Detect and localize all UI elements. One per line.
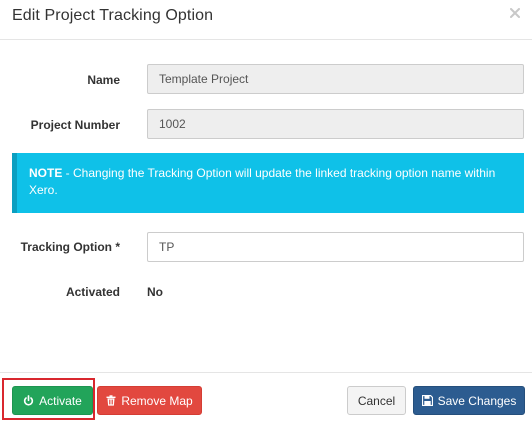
remove-map-button-label: Remove Map <box>121 393 193 408</box>
project-number-label: Project Number <box>30 118 120 132</box>
trash-icon <box>106 395 116 406</box>
remove-map-button[interactable]: Remove Map <box>97 386 202 415</box>
note-alert: NOTE - Changing the Tracking Option will… <box>12 153 524 213</box>
floppy-disk-icon <box>421 395 433 406</box>
edit-project-tracking-option-modal: Edit Project Tracking Option Name Projec… <box>0 0 532 425</box>
modal-title: Edit Project Tracking Option <box>12 7 214 24</box>
project-number-field[interactable] <box>147 109 524 139</box>
name-field[interactable] <box>147 64 524 94</box>
modal-header: Edit Project Tracking Option <box>0 0 532 40</box>
note-heading: NOTE <box>29 166 63 180</box>
tracking-option-label: Tracking Option * <box>20 240 120 254</box>
name-label: Name <box>87 73 120 87</box>
close-icon <box>510 8 520 18</box>
cancel-button-label: Cancel <box>357 393 396 408</box>
activated-label: Activated <box>65 285 120 299</box>
tracking-option-field[interactable] <box>147 232 524 262</box>
note-text: - Changing the Tracking Option will upda… <box>29 166 496 197</box>
activate-button-label: Activate <box>39 393 82 408</box>
save-changes-button-label: Save Changes <box>437 393 517 408</box>
activate-button[interactable]: Activate <box>12 386 93 415</box>
close-button[interactable] <box>508 6 522 20</box>
activated-value: No <box>147 285 163 299</box>
cancel-button[interactable]: Cancel <box>347 386 406 415</box>
save-changes-button[interactable]: Save Changes <box>413 386 525 415</box>
power-icon <box>23 395 34 406</box>
